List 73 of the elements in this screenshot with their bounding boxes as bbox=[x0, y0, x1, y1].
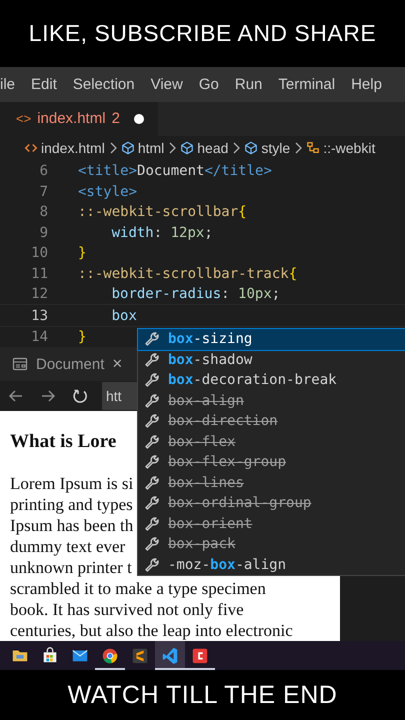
line-number: 7 bbox=[38, 184, 49, 200]
code-line: <style> bbox=[78, 184, 138, 200]
suggestion-item[interactable]: box-decoration-break bbox=[138, 370, 405, 390]
line-number: 6 bbox=[38, 163, 49, 180]
video-caption: WATCH TILL THE END bbox=[66, 680, 338, 711]
page-heading: What is Lore bbox=[10, 431, 116, 454]
chevron-icon bbox=[108, 142, 117, 154]
menu-item[interactable]: Run bbox=[234, 74, 262, 95]
breadcrumb-item[interactable]: ::-webkit bbox=[306, 140, 376, 156]
paragraph-line: scrambled it to make a type specimen bbox=[10, 578, 266, 600]
browser-tab[interactable]: Document bbox=[12, 356, 104, 373]
suggestion-item[interactable]: box-ordinal-group bbox=[138, 493, 405, 514]
paragraph-line: centuries, but also the leap into electronic bbox=[10, 620, 293, 642]
breadcrumb-item[interactable]: head bbox=[180, 140, 228, 156]
line-number: 10 bbox=[30, 245, 49, 262]
menu-item[interactable]: Help bbox=[351, 74, 382, 95]
folder-icon[interactable] bbox=[12, 650, 28, 662]
line-number: 11 bbox=[30, 266, 49, 282]
menu-item[interactable]: Edit bbox=[31, 74, 57, 95]
paragraph-line: Lorem Ipsum is si bbox=[10, 473, 134, 494]
breadcrumb-item[interactable]: html bbox=[120, 140, 164, 156]
suggestion-item[interactable]: box-flex-group bbox=[138, 452, 405, 472]
suggestion-item[interactable]: box-lines bbox=[138, 472, 405, 493]
suggestion-item[interactable]: box-align bbox=[138, 390, 405, 411]
line-number: 8 bbox=[38, 204, 49, 220]
line-number: 12 bbox=[30, 286, 49, 302]
code-line: ::-webkit-scrollbar{ bbox=[78, 204, 247, 220]
app-icon[interactable] bbox=[192, 648, 208, 663]
menu-item[interactable]: Go bbox=[198, 74, 219, 95]
chevron-icon bbox=[168, 142, 176, 154]
browser-icon[interactable] bbox=[102, 648, 118, 664]
code-line: } bbox=[78, 329, 86, 346]
suggestion-item[interactable]: box-sizing bbox=[138, 329, 405, 350]
line-number: 13 bbox=[30, 308, 49, 324]
code-line: <title>Document</title> bbox=[78, 163, 272, 180]
suggestion-item[interactable]: box-flex bbox=[138, 432, 405, 452]
suggestion-item[interactable]: -moz-box-align bbox=[138, 554, 405, 575]
code-line: border-radius: 10px; bbox=[110, 286, 280, 302]
editor-app-icon[interactable] bbox=[132, 648, 148, 663]
suggestion-item[interactable]: box-pack bbox=[138, 534, 405, 554]
shopping-bag-icon[interactable] bbox=[44, 647, 56, 662]
line-number: 14 bbox=[30, 329, 49, 346]
chevron-icon bbox=[232, 142, 240, 154]
cube-icon bbox=[120, 141, 135, 156]
paragraph-line: dummy text ever bbox=[10, 536, 126, 558]
editor-tab[interactable]: <> index.html 2 bbox=[0, 102, 158, 136]
structure-icon bbox=[306, 141, 320, 156]
code-line: box bbox=[110, 308, 137, 324]
menu-item[interactable]: Terminal bbox=[278, 74, 336, 95]
code-line: } bbox=[78, 245, 86, 262]
code-editor-icon[interactable] bbox=[162, 648, 178, 664]
code-line: width: 12px; bbox=[110, 224, 213, 241]
browser-page-icon bbox=[12, 356, 28, 372]
breadcrumb-item[interactable]: index.html bbox=[24, 140, 105, 156]
line-number: 9 bbox=[38, 224, 49, 241]
menu-item[interactable]: Selection bbox=[72, 74, 135, 95]
suggestion-item[interactable]: box-orient bbox=[138, 514, 405, 534]
video-caption: LIKE, SUBSCRIBE AND SHARE bbox=[28, 19, 378, 48]
code-line: ::-webkit-scrollbar-track{ bbox=[78, 266, 298, 282]
chevron-icon bbox=[294, 142, 302, 154]
paragraph-line: book. It has survived not only five bbox=[10, 599, 244, 620]
paragraph-line: printing and types bbox=[10, 494, 133, 516]
cube-icon bbox=[244, 141, 258, 156]
close-icon[interactable]: × bbox=[112, 354, 122, 374]
menu-item[interactable]: ile bbox=[0, 74, 16, 95]
paragraph-line: Ipsum has been th bbox=[10, 515, 134, 536]
menu-item[interactable]: View bbox=[150, 74, 183, 95]
suggestion-item[interactable]: box-direction bbox=[138, 411, 405, 432]
breadcrumb-item[interactable]: style bbox=[244, 140, 290, 156]
suggestion-item[interactable]: box-shadow bbox=[138, 350, 405, 370]
cube-icon bbox=[180, 141, 194, 156]
mail-icon[interactable] bbox=[72, 650, 88, 662]
paragraph-line: unknown printer t bbox=[10, 557, 132, 578]
